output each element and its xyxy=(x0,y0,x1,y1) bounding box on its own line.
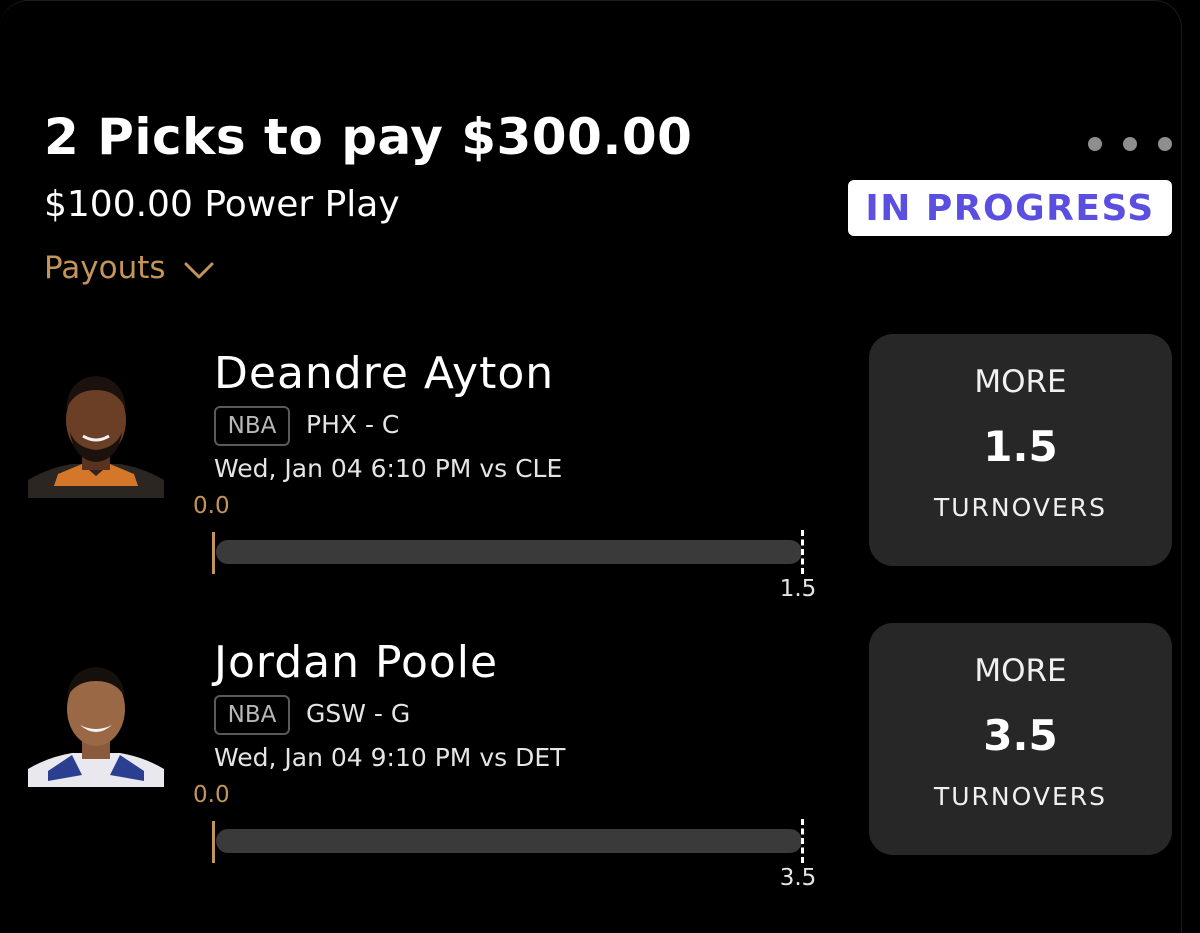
dot xyxy=(1158,137,1172,151)
player-avatar xyxy=(28,376,164,498)
dot xyxy=(1123,137,1137,151)
player-name[interactable]: Jordan Poole xyxy=(214,637,498,688)
line-marker xyxy=(801,530,804,574)
game-time: Wed, Jan 04 9:10 PM vs DET xyxy=(214,743,566,772)
line-marker xyxy=(801,819,804,863)
pick-card: Jordan Poole NBA GSW - G Wed, Jan 04 9:1… xyxy=(0,623,1200,897)
pick-direction: MORE xyxy=(974,364,1067,400)
entry-subtitle: $100.00 Power Play xyxy=(44,184,400,225)
team-position: GSW - G xyxy=(306,699,411,728)
line-value: 1.5 xyxy=(779,576,817,602)
pick-direction: MORE xyxy=(974,653,1067,689)
stat-type: TURNOVERS xyxy=(933,782,1108,811)
projection-card[interactable]: MORE 1.5 TURNOVERS xyxy=(869,334,1172,566)
projection-value: 1.5 xyxy=(983,422,1058,471)
player-name[interactable]: Deandre Ayton xyxy=(214,348,554,399)
pick-card: Deandre Ayton NBA PHX - C Wed, Jan 04 6:… xyxy=(0,334,1200,608)
entry-title: 2 Picks to pay $300.00 xyxy=(44,108,693,166)
projection-card[interactable]: MORE 3.5 TURNOVERS xyxy=(869,623,1172,855)
payouts-label: Payouts xyxy=(44,250,166,286)
current-stat-value: 0.0 xyxy=(193,782,230,808)
game-time: Wed, Jan 04 6:10 PM vs CLE xyxy=(214,454,563,483)
progress-track xyxy=(216,540,802,564)
current-stat-value: 0.0 xyxy=(193,493,230,519)
league-badge: NBA xyxy=(214,695,290,735)
stat-type: TURNOVERS xyxy=(933,493,1108,522)
progress-track xyxy=(216,829,802,853)
dot xyxy=(1088,137,1102,151)
status-badge: IN PROGRESS xyxy=(848,180,1172,236)
chevron-down-icon xyxy=(184,262,214,279)
projection-value: 3.5 xyxy=(983,711,1058,760)
player-avatar xyxy=(28,667,164,787)
progress-start-marker xyxy=(212,821,215,863)
progress-start-marker xyxy=(212,532,215,574)
payouts-toggle[interactable]: Payouts xyxy=(44,250,214,286)
line-value: 3.5 xyxy=(779,865,817,891)
team-position: PHX - C xyxy=(306,410,400,439)
more-options-icon[interactable] xyxy=(1088,132,1172,156)
league-badge: NBA xyxy=(214,406,290,446)
